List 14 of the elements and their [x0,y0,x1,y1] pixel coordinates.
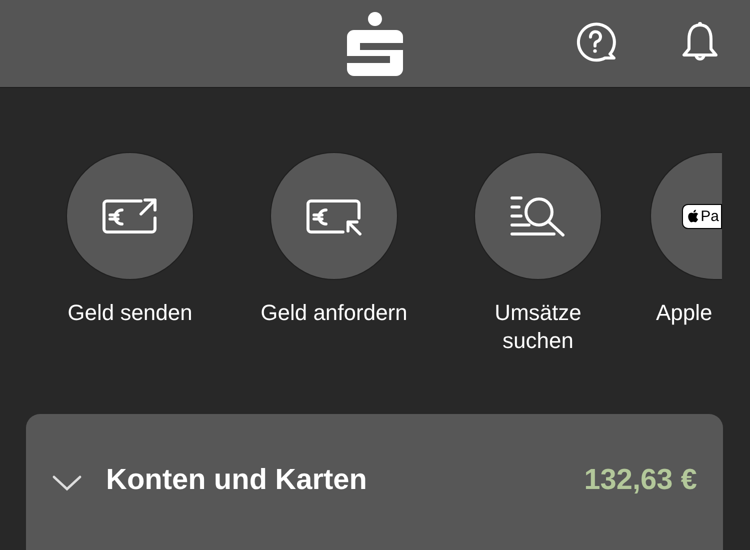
action-button[interactable]: Pa [650,152,722,280]
action-label: Umsätze suchen [494,299,582,355]
action-label: Geld anfordern [260,299,408,327]
chevron-down-icon [52,474,82,492]
list-search-icon [509,194,567,238]
bank-logo-icon [347,12,403,76]
apple-logo-icon [686,209,699,223]
help-icon [576,22,618,64]
action-label: Geld senden [66,299,194,327]
euro-card-arrow-out-icon [101,196,159,236]
card-title: Konten und Karten [106,463,367,498]
action-label: Apple [656,299,712,327]
account-balance: 132,63 € [584,463,697,498]
badge-text: Pa [700,208,719,224]
